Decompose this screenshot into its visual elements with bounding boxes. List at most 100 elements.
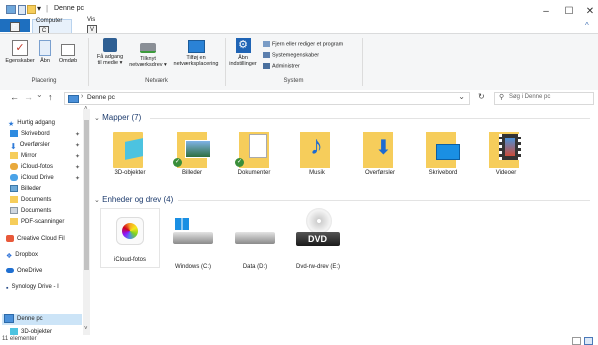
nav-item-label: OneDrive bbox=[17, 268, 43, 274]
add-network-location-button[interactable]: Tilføj en netværksplacering bbox=[170, 38, 222, 67]
nav-item-icloud-drive[interactable]: iCloud Drive bbox=[10, 173, 54, 184]
devices-section-header[interactable]: ⌄ Enheder og drev (4) bbox=[94, 195, 594, 204]
back-button[interactable]: ← bbox=[10, 92, 19, 102]
uninstall-program-button[interactable]: Fjern eller rediger et program bbox=[263, 41, 343, 47]
nav-item-label: 3D-objekter bbox=[21, 329, 53, 335]
uninstall-icon bbox=[263, 41, 270, 47]
details-view-icon[interactable] bbox=[572, 337, 581, 345]
new-folder-icon[interactable] bbox=[27, 5, 36, 14]
manage-button[interactable]: Administrer bbox=[263, 63, 300, 69]
pin-icon: ✦ bbox=[75, 176, 81, 182]
nav-item-skrivebord[interactable]: Skrivebord bbox=[10, 129, 50, 140]
folder-label: Overførsler bbox=[365, 170, 395, 176]
folder-tile-musik[interactable]: ♪ Musik bbox=[291, 128, 343, 176]
address-bar[interactable]: › Denne pc ⌄ bbox=[64, 92, 470, 105]
recent-locations-button[interactable]: ⌄ bbox=[36, 90, 43, 99]
breadcrumb-denne-pc[interactable]: Denne pc bbox=[87, 94, 115, 101]
system-properties-label: Systemegenskaber bbox=[272, 52, 320, 59]
properties-icon[interactable] bbox=[18, 5, 26, 15]
nav-scrollbar-thumb[interactable] bbox=[84, 120, 89, 270]
large-icons-view-icon[interactable] bbox=[584, 337, 593, 345]
ribbon-divider bbox=[362, 38, 363, 86]
pin-icon: ✦ bbox=[75, 154, 81, 160]
scroll-down-button[interactable]: ˅ bbox=[84, 326, 88, 332]
nav-item-documents[interactable]: Documents bbox=[10, 195, 51, 206]
scroll-up-button[interactable]: ˄ bbox=[84, 106, 88, 112]
nav-item-mirror[interactable]: Mirror bbox=[10, 151, 37, 162]
nav-item-overfoersler[interactable]: ⬇ Overførsler bbox=[10, 140, 50, 151]
folder-tile-billeder[interactable]: ✓ Billeder bbox=[166, 128, 218, 176]
folder-tile-overfoersler[interactable]: ⬇ Overførsler bbox=[354, 128, 406, 176]
tab-file-keytip: F bbox=[10, 22, 20, 32]
desktop-icon bbox=[10, 129, 18, 137]
search-input[interactable]: Søg i Denne pc bbox=[509, 94, 550, 100]
open-settings-button[interactable]: ⚙ Åbn indstillinger bbox=[227, 38, 259, 67]
nav-item-label: Skrivebord bbox=[21, 131, 50, 137]
nav-item-billeder[interactable]: Billeder bbox=[10, 184, 41, 195]
folder-tile-dokumenter[interactable]: ✓ Dokumenter bbox=[228, 128, 280, 176]
folder-icon bbox=[10, 195, 18, 203]
folder-label: Musik bbox=[309, 170, 325, 176]
synology-icon: ▪ bbox=[6, 284, 9, 292]
pin-icon: ✦ bbox=[75, 165, 81, 171]
nav-item-onedrive[interactable]: OneDrive bbox=[6, 266, 42, 277]
nav-item-label: Billeder bbox=[21, 186, 42, 192]
navigation-pane: ★ Hurtig adgang Skrivebord ✦ ⬇ Overførsler… bbox=[0, 108, 92, 336]
device-tile-dvd-e[interactable]: DVD Dvd-rw-drev (E:) bbox=[288, 208, 348, 270]
minimize-button[interactable]: – bbox=[536, 6, 556, 17]
nav-item-pdf-scanninger[interactable]: PDF-scanninger bbox=[10, 217, 64, 228]
tab-view[interactable]: Vis V bbox=[74, 17, 98, 35]
folder-tile-3d-objekter[interactable]: 3D-objekter bbox=[104, 128, 156, 176]
up-button[interactable]: ↑ bbox=[48, 92, 53, 102]
nav-item-label: PDF-scanninger bbox=[21, 219, 65, 225]
folder-label: Billeder bbox=[181, 170, 202, 176]
icloud-photos-icon bbox=[10, 162, 18, 170]
nav-item-label: Overførsler bbox=[19, 142, 50, 148]
tab-computer[interactable]: Computer C bbox=[32, 18, 72, 36]
maximize-button[interactable]: ☐ bbox=[559, 6, 579, 17]
address-dropdown-icon[interactable]: ⌄ bbox=[458, 92, 465, 101]
forward-button[interactable]: → bbox=[24, 92, 33, 102]
device-tile-data-d[interactable]: Data (D:) bbox=[226, 214, 284, 270]
nav-item-label: Denne pc bbox=[17, 316, 43, 323]
folders-section-header[interactable]: ⌄ Mapper (7) bbox=[94, 113, 594, 122]
title-separator: | bbox=[46, 4, 49, 13]
close-button[interactable]: ✕ bbox=[580, 6, 598, 17]
map-network-drive-button[interactable]: Tilknyt netværksdrev ▾ bbox=[127, 38, 169, 68]
nav-item-creative-cloud[interactable]: Creative Cloud Fil bbox=[6, 234, 65, 245]
nav-item-icloud-fotos[interactable]: iCloud-fotos bbox=[10, 162, 53, 173]
nav-item-documents-2[interactable]: Documents bbox=[10, 206, 51, 217]
device-tile-icloud-fotos[interactable]: iCloud-fotos bbox=[100, 208, 160, 268]
nav-item-label: Hurtig adgang bbox=[17, 120, 55, 126]
ribbon-help-icon[interactable]: ^ bbox=[585, 21, 589, 30]
device-label: Data (D:) bbox=[242, 264, 268, 270]
device-tile-windows-c[interactable]: Windows (C:) bbox=[164, 214, 222, 270]
open-button[interactable]: Åbn bbox=[37, 40, 53, 64]
pin-icon: ✦ bbox=[75, 143, 81, 149]
rename-button[interactable]: Omdøb bbox=[55, 40, 81, 64]
nav-item-denne-pc[interactable]: Denne pc bbox=[2, 314, 82, 325]
pc-icon[interactable] bbox=[6, 5, 16, 14]
access-media-button[interactable]: Få adgang til medie ▾ bbox=[92, 38, 128, 66]
properties-button[interactable]: ✓ Egenskaber bbox=[5, 40, 35, 64]
open-settings-label-2: indstillinger bbox=[229, 61, 257, 67]
system-properties-button[interactable]: Systemegenskaber bbox=[263, 52, 319, 58]
nav-item-quick-access[interactable]: ★ Hurtig adgang bbox=[8, 118, 55, 129]
nav-item-synology-drive[interactable]: ▪ Synology Drive - I bbox=[6, 282, 59, 293]
check-properties-icon: ✓ bbox=[12, 40, 28, 56]
nav-item-label: Mirror bbox=[21, 153, 37, 159]
folder-tile-videoer[interactable]: Videoer bbox=[480, 128, 532, 176]
manage-label: Administrer bbox=[272, 63, 300, 70]
add-network-location-label-2: netværksplacering bbox=[173, 61, 219, 67]
refresh-button[interactable]: ↻ bbox=[478, 92, 485, 101]
folder-tile-skrivebord[interactable]: Skrivebord bbox=[417, 128, 469, 176]
tab-file[interactable]: F bbox=[0, 19, 30, 32]
nav-item-dropbox[interactable]: ❖ Dropbox bbox=[6, 250, 38, 261]
search-box[interactable]: ⚲ Søg i Denne pc bbox=[494, 92, 594, 105]
pictures-icon bbox=[10, 184, 18, 192]
icloud-drive-icon bbox=[10, 173, 18, 181]
3d-objects-folder-icon bbox=[113, 128, 147, 168]
sync-check-icon: ✓ bbox=[173, 158, 182, 167]
qat-dropdown-icon[interactable]: ▾ bbox=[37, 4, 41, 13]
access-media-label-2: til medie ▾ bbox=[97, 60, 123, 66]
